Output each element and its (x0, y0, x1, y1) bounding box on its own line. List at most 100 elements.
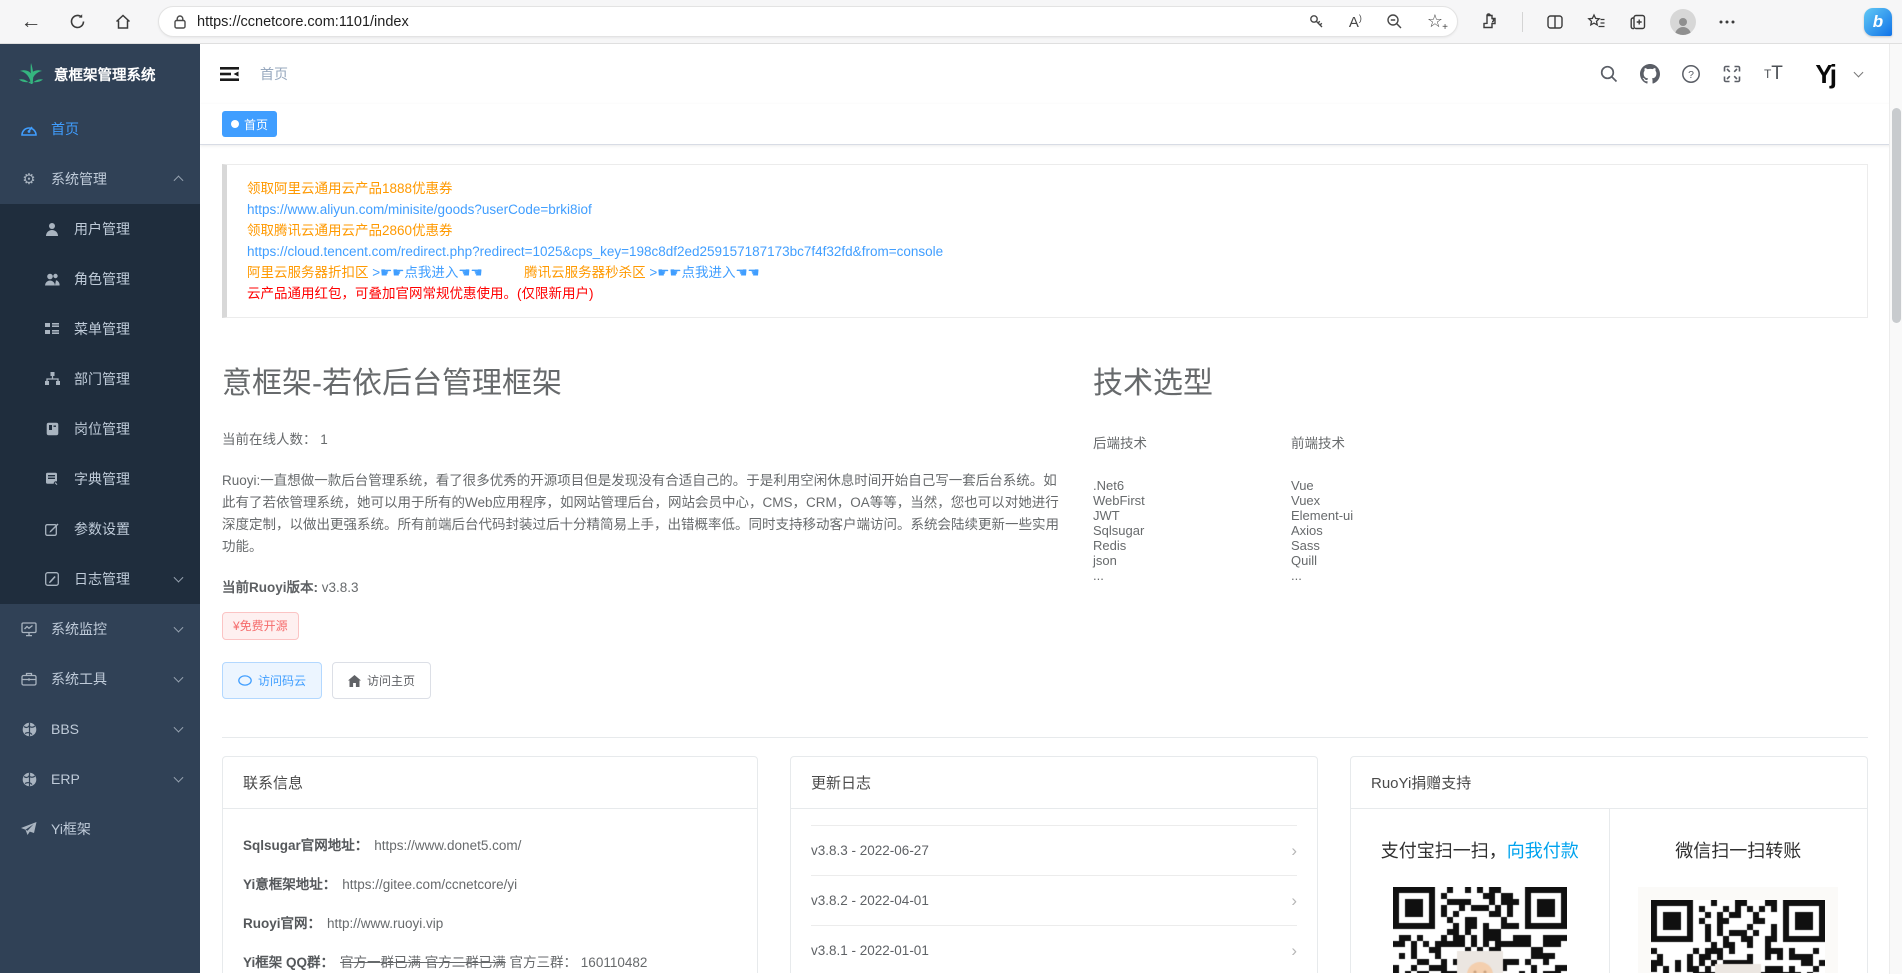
contact-row: Ruoyi官网：http://www.ruoyi.vip (243, 914, 737, 934)
contact-card: 联系信息 Sqlsugar官网地址：https://www.donet5.com… (222, 756, 758, 973)
sidebar-item-dept-mgmt[interactable]: 部门管理 (0, 354, 200, 404)
url-text[interactable]: https://ccnetcore.com:1101/index (197, 14, 1308, 30)
top-navbar: 首页 ? TT Yj (200, 44, 1902, 104)
sidebar-item-label: 日志管理 (74, 569, 130, 589)
log-icon (44, 571, 60, 587)
page-title: 意框架-若依后台管理框架 (222, 358, 1067, 402)
tech-item: Axios (1291, 523, 1489, 538)
sidebar-item-param-settings[interactable]: 参数设置 (0, 504, 200, 554)
password-key-icon[interactable] (1308, 13, 1325, 30)
github-icon[interactable] (1637, 61, 1663, 87)
address-bar[interactable]: https://ccnetcore.com:1101/index A) ☆+ (158, 6, 1458, 37)
gear-icon: ⚙ (21, 171, 37, 187)
sidebar-item-menu-mgmt[interactable]: 菜单管理 (0, 304, 200, 354)
tech-item: WebFirst (1093, 493, 1291, 508)
sidebar-item-label: 系统管理 (51, 169, 107, 189)
sidebar-item-label: 角色管理 (74, 269, 130, 289)
user-avatar[interactable]: Yj (1815, 59, 1834, 90)
font-size-icon[interactable]: TT (1760, 61, 1786, 87)
toolbar-divider (1522, 12, 1523, 32)
monitor-icon (21, 621, 37, 637)
sidebar-item-post-mgmt[interactable]: 岗位管理 (0, 404, 200, 454)
page-scrollbar[interactable] (1889, 44, 1902, 974)
leaf-logo-icon (18, 62, 44, 86)
extensions-icon[interactable] (1480, 12, 1499, 31)
refresh-icon (69, 13, 86, 30)
tech-item: Sqlsugar (1093, 523, 1291, 538)
tencent-seckill-link[interactable]: >☛☛点我进入☚☚ (649, 265, 759, 280)
zoom-out-icon[interactable] (1386, 13, 1403, 30)
visit-gitee-button[interactable]: 访问码云 (222, 662, 322, 699)
cloud-icon (238, 675, 252, 686)
wechat-column: 微信扫一扫转账 (1610, 809, 1868, 973)
changelog-row[interactable]: v3.8.1 - 2022-01-01› (811, 926, 1297, 973)
aliyun-discount-link[interactable]: >☛☛点我进入☚☚ (372, 265, 482, 280)
alipay-pay-link[interactable]: 向我付款 (1507, 841, 1579, 861)
tab-home[interactable]: 首页 (222, 111, 277, 137)
profile-avatar[interactable] (1670, 9, 1696, 35)
read-aloud-icon[interactable]: A) (1349, 13, 1362, 31)
lock-icon (173, 14, 187, 30)
contact-row: Yi框架 QQ群：官方一群已满 官方二群已满 官方三群： 160110482 (243, 953, 737, 973)
favorite-star-icon[interactable]: ☆+ (1427, 11, 1443, 32)
changelog-row[interactable]: v3.8.2 - 2022-04-01› (811, 876, 1297, 926)
changelog-row[interactable]: v3.8.3 - 2022-06-27› (811, 826, 1297, 876)
scrollbar-thumb[interactable] (1892, 108, 1901, 323)
sitemap-icon (44, 371, 60, 387)
sidebar-item-label: 首页 (51, 119, 79, 139)
sidebar-collapse-icon[interactable] (216, 61, 242, 87)
notice-line-6: 云产品通用红包，可叠加官网常规优惠使用。(仅限新用户) (247, 286, 594, 301)
copilot-icon[interactable]: b (1864, 8, 1892, 36)
favorites-hub-icon[interactable] (1587, 13, 1606, 31)
tech-item: ... (1093, 568, 1291, 583)
donate-card-title: RuoYi捐赠支持 (1351, 757, 1867, 809)
help-icon[interactable]: ? (1678, 61, 1704, 87)
browser-back-button[interactable]: ← (14, 5, 48, 39)
avatar-caret-icon[interactable] (1854, 67, 1864, 77)
search-icon[interactable] (1596, 61, 1622, 87)
sidebar-item-erp[interactable]: ERP (0, 754, 200, 804)
globe-icon (21, 721, 37, 737)
sidebar-item-yi-framework[interactable]: Yi框架 (0, 804, 200, 854)
sidebar-item-bbs[interactable]: BBS (0, 704, 200, 754)
browser-home-button[interactable] (106, 5, 140, 39)
browser-refresh-button[interactable] (60, 5, 94, 39)
main-panel: 首页 ? TT Yj (200, 44, 1902, 973)
chevron-down-icon (174, 573, 184, 583)
tech-item: json (1093, 553, 1291, 568)
chevron-down-icon (174, 723, 184, 733)
users-icon (44, 271, 60, 287)
aliyun-coupon-link[interactable]: https://www.aliyun.com/minisite/goods?us… (247, 202, 592, 217)
split-screen-icon[interactable] (1546, 13, 1564, 31)
sidebar-item-system-monitor[interactable]: 系统监控 (0, 604, 200, 654)
sidebar-item-system-mgmt[interactable]: ⚙ 系统管理 (0, 154, 200, 204)
intro-section: 意框架-若依后台管理框架 当前在线人数： 1 Ruoyi:一直想做一款后台管理系… (222, 358, 1067, 699)
frontend-tech-column: 前端技术 Vue Vuex Element-ui Axios Sass Quil… (1291, 432, 1489, 583)
id-badge-icon (44, 421, 60, 437)
sidebar-item-home[interactable]: 首页 (0, 104, 200, 154)
collections-icon[interactable] (1629, 13, 1647, 31)
sidebar-item-label: 系统监控 (51, 619, 107, 639)
sidebar-item-label: 菜单管理 (74, 319, 130, 339)
edit-icon (44, 521, 60, 537)
chevron-up-icon (174, 175, 184, 185)
dashboard-icon (21, 121, 37, 137)
donate-card: RuoYi捐赠支持 支付宝扫一扫，向我付款 微信扫一扫转账 (1350, 756, 1868, 973)
visit-homepage-button[interactable]: 访问主页 (332, 662, 431, 699)
wechat-qr-code (1651, 900, 1825, 973)
sidebar-item-system-tools[interactable]: 系统工具 (0, 654, 200, 704)
sidebar-item-user-mgmt[interactable]: 用户管理 (0, 204, 200, 254)
tech-item: Sass (1291, 538, 1489, 553)
more-menu-icon[interactable] (1719, 20, 1735, 24)
tab-label: 首页 (244, 116, 268, 133)
sidebar-item-dict-mgmt[interactable]: 字典管理 (0, 454, 200, 504)
chevron-right-icon: › (1291, 841, 1297, 861)
breadcrumb[interactable]: 首页 (260, 64, 288, 84)
tencent-coupon-link[interactable]: https://cloud.tencent.com/redirect.php?r… (247, 244, 943, 259)
tech-item: Vue (1291, 478, 1489, 493)
browser-toolbar: ← https://ccnetcore.com:1101/index A) ☆+ (0, 0, 1902, 44)
fullscreen-icon[interactable] (1719, 61, 1745, 87)
sidebar-item-log-mgmt[interactable]: 日志管理 (0, 554, 200, 604)
toolbox-icon (21, 671, 37, 687)
sidebar-item-role-mgmt[interactable]: 角色管理 (0, 254, 200, 304)
